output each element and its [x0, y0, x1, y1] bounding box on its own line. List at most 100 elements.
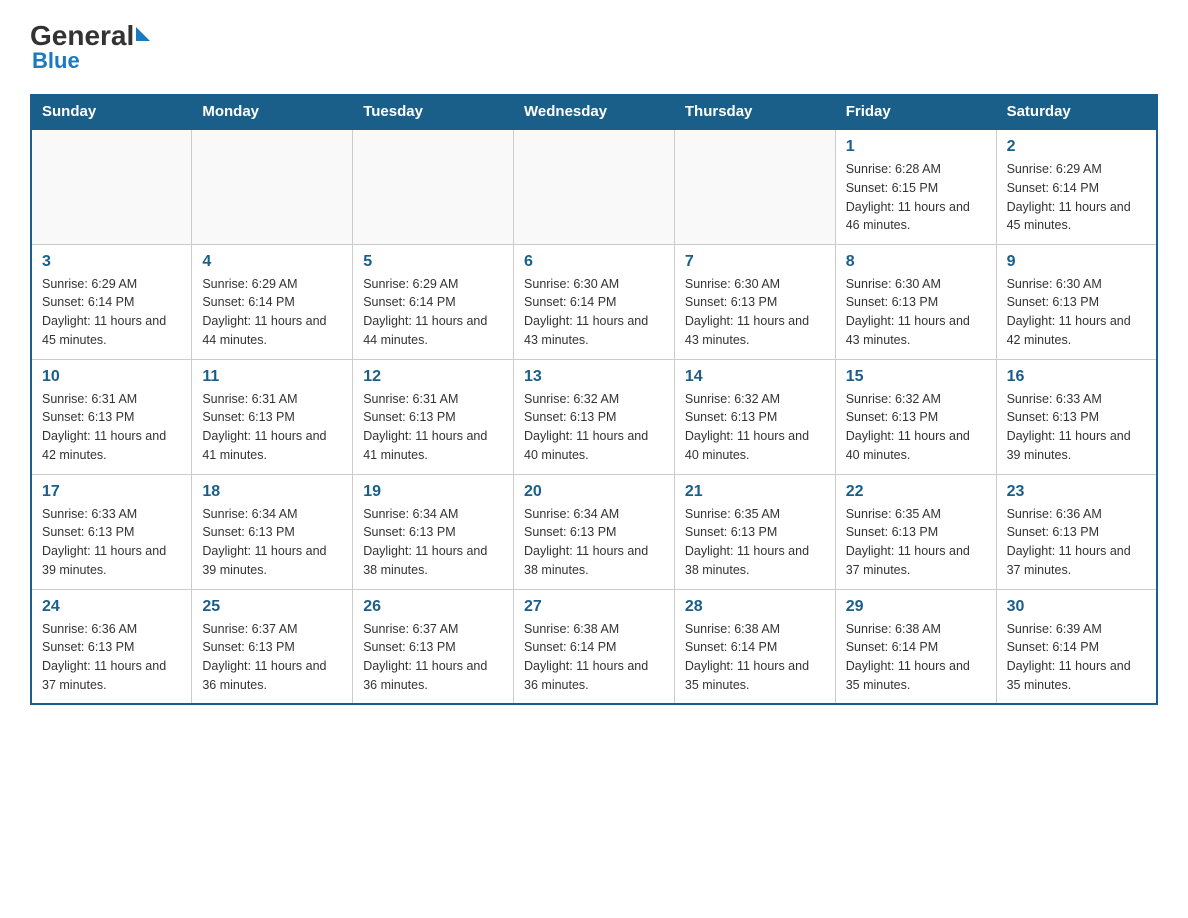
calendar-cell: 19Sunrise: 6:34 AM Sunset: 6:13 PM Dayli… [353, 474, 514, 589]
calendar-cell: 11 Sunrise: 6:31 AM Sunset: 6:13 PM Dayli… [192, 359, 353, 474]
day-number: 2 [1007, 138, 1146, 156]
calendar-cell [353, 129, 514, 244]
calendar-cell: 21 Sunrise: 6:35 AM Sunset: 6:13 PM Dayli… [674, 474, 835, 589]
calendar-cell: 20 Sunrise: 6:34 AM Sunset: 6:13 PM Dayli… [514, 474, 675, 589]
day-number: 29 [846, 598, 986, 616]
sun-info: Sunrise: 6:33 AM Sunset: 6:13 PM Dayligh… [1007, 390, 1146, 465]
sun-info: Sunrise: 6:34 AM Sunset: 6:13 PM Dayligh… [363, 505, 503, 580]
calendar-cell [674, 129, 835, 244]
day-number: 8 [846, 253, 986, 271]
calendar-cell: 24 Sunrise: 6:36 AM Sunset: 6:13 PM Dayli… [31, 589, 192, 704]
calendar-cell [31, 129, 192, 244]
calendar-cell: 8 Sunrise: 6:30 AM Sunset: 6:13 PM Daylig… [835, 244, 996, 359]
day-number: 16 [1007, 368, 1146, 386]
logo-blue: Blue [32, 48, 80, 74]
sun-info: Sunrise: 6:38 AM Sunset: 6:14 PM Dayligh… [524, 620, 664, 695]
day-number: 17 [42, 483, 181, 501]
day-header-sunday: Sunday [31, 95, 192, 130]
calendar-cell: 29 Sunrise: 6:38 AM Sunset: 6:14 PM Dayli… [835, 589, 996, 704]
calendar-cell: 5 Sunrise: 6:29 AM Sunset: 6:14 PM Daylig… [353, 244, 514, 359]
day-number: 25 [202, 598, 342, 616]
day-number: 1 [846, 138, 986, 156]
sun-info: Sunrise: 6:38 AM Sunset: 6:14 PM Dayligh… [685, 620, 825, 695]
sun-info: Sunrise: 6:29 AM Sunset: 6:14 PM Dayligh… [363, 275, 503, 350]
week-row-1: 1 Sunrise: 6:28 AM Sunset: 6:15 PM Daylig… [31, 129, 1157, 244]
sun-info: Sunrise: 6:31 AM Sunset: 6:13 PM Dayligh… [202, 390, 342, 465]
calendar-cell: 10 Sunrise: 6:31 AM Sunset: 6:13 PM Dayli… [31, 359, 192, 474]
sun-info: Sunrise: 6:30 AM Sunset: 6:14 PM Dayligh… [524, 275, 664, 350]
day-header-tuesday: Tuesday [353, 95, 514, 130]
day-number: 27 [524, 598, 664, 616]
day-number: 11 [202, 368, 342, 386]
calendar-cell [192, 129, 353, 244]
day-number: 20 [524, 483, 664, 501]
day-number: 15 [846, 368, 986, 386]
sun-info: Sunrise: 6:32 AM Sunset: 6:13 PM Dayligh… [685, 390, 825, 465]
day-number: 22 [846, 483, 986, 501]
calendar-cell: 16 Sunrise: 6:33 AM Sunset: 6:13 PM Dayli… [996, 359, 1157, 474]
day-number: 14 [685, 368, 825, 386]
logo-arrow-icon [136, 27, 150, 41]
calendar-cell: 4Sunrise: 6:29 AM Sunset: 6:14 PM Daylig… [192, 244, 353, 359]
calendar-cell: 13 Sunrise: 6:32 AM Sunset: 6:13 PM Dayli… [514, 359, 675, 474]
sun-info: Sunrise: 6:33 AM Sunset: 6:13 PM Dayligh… [42, 505, 181, 580]
day-header-thursday: Thursday [674, 95, 835, 130]
day-number: 24 [42, 598, 181, 616]
day-header-wednesday: Wednesday [514, 95, 675, 130]
sun-info: Sunrise: 6:28 AM Sunset: 6:15 PM Dayligh… [846, 160, 986, 235]
sun-info: Sunrise: 6:34 AM Sunset: 6:13 PM Dayligh… [524, 505, 664, 580]
calendar-cell: 28 Sunrise: 6:38 AM Sunset: 6:14 PM Dayli… [674, 589, 835, 704]
calendar-cell: 6 Sunrise: 6:30 AM Sunset: 6:14 PM Daylig… [514, 244, 675, 359]
logo: General Blue [30, 20, 150, 74]
calendar-cell: 26 Sunrise: 6:37 AM Sunset: 6:13 PM Dayli… [353, 589, 514, 704]
sun-info: Sunrise: 6:39 AM Sunset: 6:14 PM Dayligh… [1007, 620, 1146, 695]
header-row: SundayMondayTuesdayWednesdayThursdayFrid… [31, 95, 1157, 130]
day-number: 7 [685, 253, 825, 271]
day-number: 5 [363, 253, 503, 271]
calendar-cell: 14 Sunrise: 6:32 AM Sunset: 6:13 PM Dayli… [674, 359, 835, 474]
day-number: 28 [685, 598, 825, 616]
day-number: 9 [1007, 253, 1146, 271]
week-row-4: 17 Sunrise: 6:33 AM Sunset: 6:13 PM Dayli… [31, 474, 1157, 589]
sun-info: Sunrise: 6:37 AM Sunset: 6:13 PM Dayligh… [363, 620, 503, 695]
day-number: 12 [363, 368, 503, 386]
sun-info: Sunrise: 6:37 AM Sunset: 6:13 PM Dayligh… [202, 620, 342, 695]
day-header-friday: Friday [835, 95, 996, 130]
sun-info: Sunrise: 6:31 AM Sunset: 6:13 PM Dayligh… [42, 390, 181, 465]
calendar-cell: 25 Sunrise: 6:37 AM Sunset: 6:13 PM Dayli… [192, 589, 353, 704]
calendar-cell: 27 Sunrise: 6:38 AM Sunset: 6:14 PM Dayli… [514, 589, 675, 704]
sun-info: Sunrise: 6:36 AM Sunset: 6:13 PM Dayligh… [42, 620, 181, 695]
sun-info: Sunrise: 6:32 AM Sunset: 6:13 PM Dayligh… [846, 390, 986, 465]
day-number: 26 [363, 598, 503, 616]
page-header: General Blue [30, 20, 1158, 74]
calendar-cell: 17 Sunrise: 6:33 AM Sunset: 6:13 PM Dayli… [31, 474, 192, 589]
calendar-cell: 15 Sunrise: 6:32 AM Sunset: 6:13 PM Dayli… [835, 359, 996, 474]
sun-info: Sunrise: 6:35 AM Sunset: 6:13 PM Dayligh… [685, 505, 825, 580]
week-row-3: 10 Sunrise: 6:31 AM Sunset: 6:13 PM Dayli… [31, 359, 1157, 474]
sun-info: Sunrise: 6:30 AM Sunset: 6:13 PM Dayligh… [846, 275, 986, 350]
calendar-cell: 23 Sunrise: 6:36 AM Sunset: 6:13 PM Dayli… [996, 474, 1157, 589]
sun-info: Sunrise: 6:38 AM Sunset: 6:14 PM Dayligh… [846, 620, 986, 695]
day-number: 3 [42, 253, 181, 271]
sun-info: Sunrise: 6:36 AM Sunset: 6:13 PM Dayligh… [1007, 505, 1146, 580]
calendar-cell: 1 Sunrise: 6:28 AM Sunset: 6:15 PM Daylig… [835, 129, 996, 244]
calendar-cell: 30 Sunrise: 6:39 AM Sunset: 6:14 PM Dayli… [996, 589, 1157, 704]
week-row-5: 24 Sunrise: 6:36 AM Sunset: 6:13 PM Dayli… [31, 589, 1157, 704]
day-number: 4 [202, 253, 342, 271]
day-number: 6 [524, 253, 664, 271]
day-header-monday: Monday [192, 95, 353, 130]
sun-info: Sunrise: 6:32 AM Sunset: 6:13 PM Dayligh… [524, 390, 664, 465]
sun-info: Sunrise: 6:31 AM Sunset: 6:13 PM Dayligh… [363, 390, 503, 465]
day-number: 21 [685, 483, 825, 501]
day-number: 10 [42, 368, 181, 386]
calendar-cell: 18Sunrise: 6:34 AM Sunset: 6:13 PM Dayli… [192, 474, 353, 589]
calendar-cell: 9 Sunrise: 6:30 AM Sunset: 6:13 PM Daylig… [996, 244, 1157, 359]
week-row-2: 3 Sunrise: 6:29 AM Sunset: 6:14 PM Daylig… [31, 244, 1157, 359]
calendar-cell: 22Sunrise: 6:35 AM Sunset: 6:13 PM Dayli… [835, 474, 996, 589]
sun-info: Sunrise: 6:34 AM Sunset: 6:13 PM Dayligh… [202, 505, 342, 580]
day-number: 30 [1007, 598, 1146, 616]
day-number: 13 [524, 368, 664, 386]
day-number: 23 [1007, 483, 1146, 501]
sun-info: Sunrise: 6:29 AM Sunset: 6:14 PM Dayligh… [42, 275, 181, 350]
sun-info: Sunrise: 6:30 AM Sunset: 6:13 PM Dayligh… [1007, 275, 1146, 350]
